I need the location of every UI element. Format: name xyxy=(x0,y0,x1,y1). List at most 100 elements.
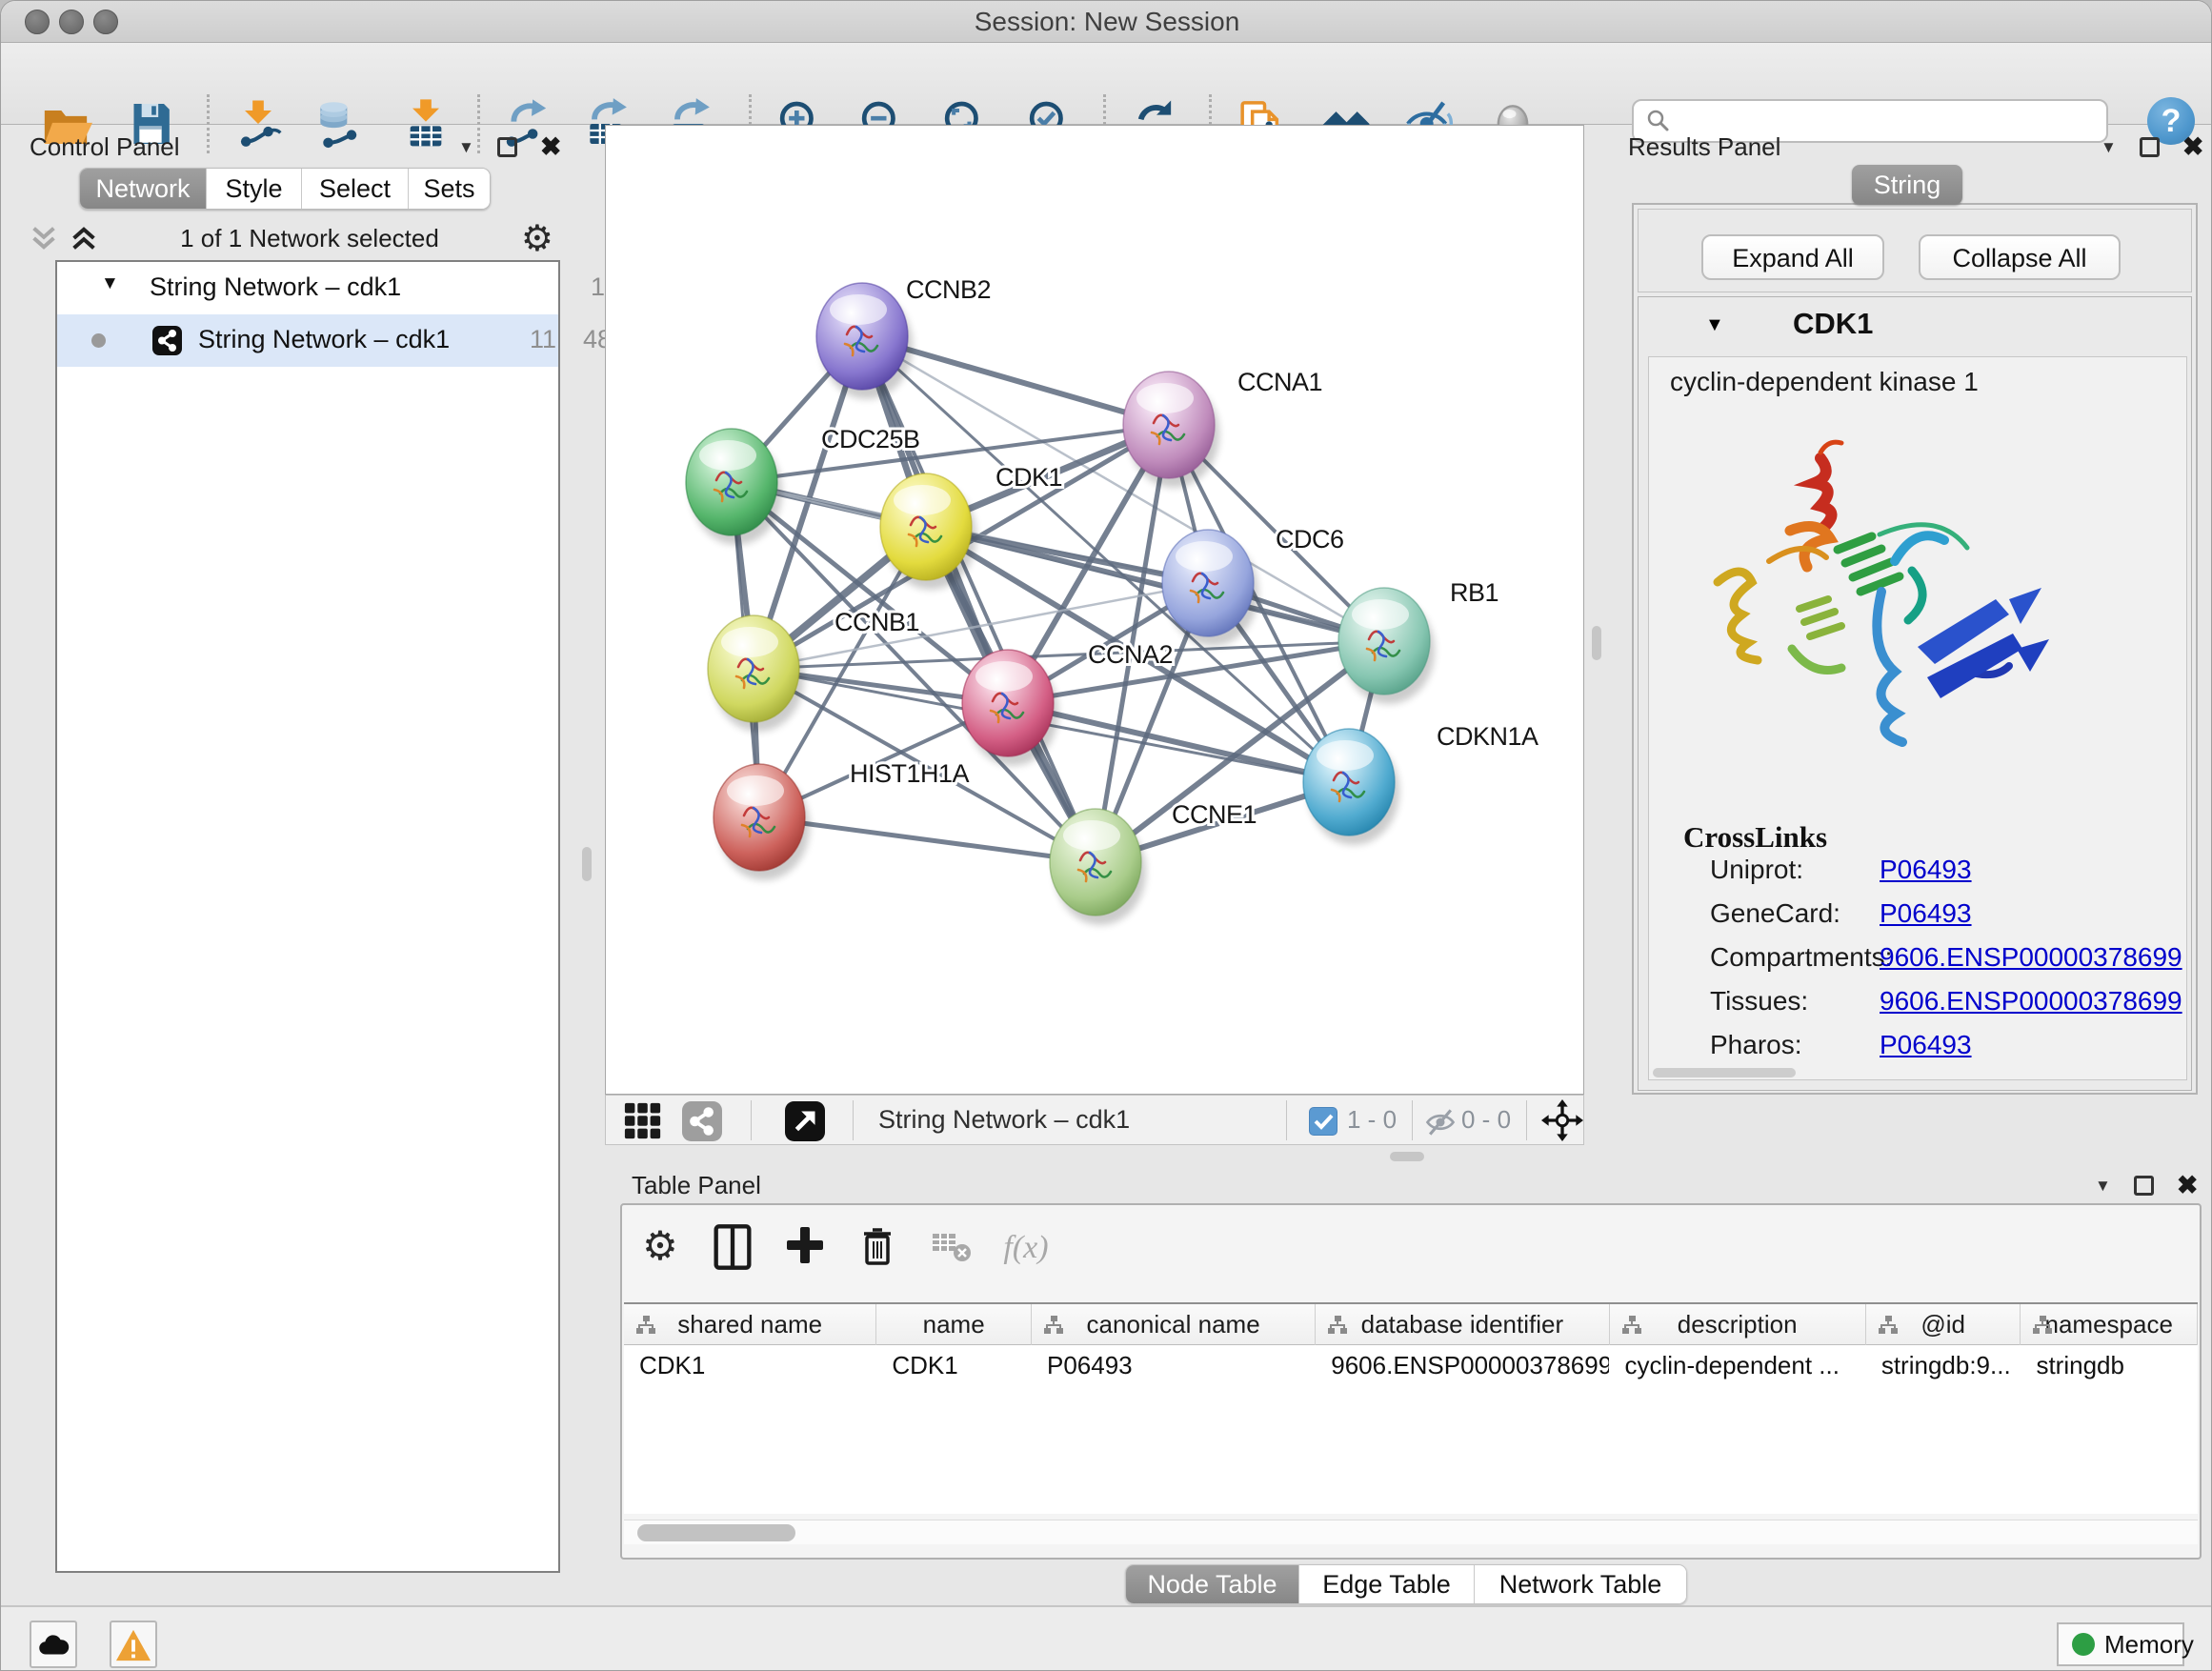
divider xyxy=(1286,1100,1287,1140)
panel-float-icon[interactable] xyxy=(2134,1176,2154,1196)
right-splitter-handle[interactable] xyxy=(1592,626,1601,660)
column-header-namespace[interactable]: namespace xyxy=(2021,1304,2198,1345)
network-row-selected[interactable]: String Network – cdk1 11 48 xyxy=(57,314,558,367)
network-node-hist1h1a[interactable] xyxy=(714,764,810,880)
bottom-splitter-handle[interactable] xyxy=(1390,1152,1424,1161)
grid-view-icon[interactable] xyxy=(623,1101,663,1146)
network-tree: ▼ String Network – cdk1 1 String Network… xyxy=(55,260,560,1573)
collapse-all-button[interactable]: Collapse All xyxy=(1919,234,2121,280)
network-node-cdc6[interactable] xyxy=(1162,530,1258,646)
tab-select[interactable]: Select xyxy=(302,169,409,210)
collapse-all-chevron-icon[interactable] xyxy=(30,224,58,252)
crosslink-row: Compartments:9606.ENSP00000378699 xyxy=(1710,942,2167,974)
network-node-cdkn1a[interactable] xyxy=(1303,729,1399,845)
import-network-from-database-icon[interactable] xyxy=(312,97,365,151)
panel-close-icon[interactable]: ✖ xyxy=(2182,132,2204,162)
tab-style[interactable]: Style xyxy=(207,169,302,210)
scrollbar-thumb[interactable] xyxy=(637,1524,795,1541)
panel-menu-icon[interactable]: ▼ xyxy=(458,138,474,157)
column-header-database-identifier[interactable]: database identifier xyxy=(1316,1304,1609,1345)
table-cell[interactable]: CDK1 xyxy=(876,1345,1032,1387)
protein-section: ▼ CDK1 cyclin-dependent kinase 1 xyxy=(1638,296,2192,1091)
divider xyxy=(751,1100,752,1140)
panel-close-icon[interactable]: ✖ xyxy=(540,132,562,162)
column-namespace-icon xyxy=(1878,1315,1899,1336)
selected-checkbox-icon[interactable] xyxy=(1309,1107,1337,1136)
table-cell[interactable]: cyclin-dependent ... xyxy=(1609,1345,1865,1387)
crosslink-row: Pharos:P06493 xyxy=(1710,1030,2167,1061)
network-view-bullet-icon xyxy=(91,333,106,348)
crosslink-link[interactable]: P06493 xyxy=(1880,855,1972,885)
network-node-rb1[interactable] xyxy=(1338,588,1435,704)
column-header-label: namespace xyxy=(2045,1310,2173,1339)
network-node-ccnb1[interactable] xyxy=(708,615,804,732)
table-row[interactable]: CDK1CDK1P064939606.ENSP00000378699cyclin… xyxy=(624,1345,2198,1387)
delete-column-icon[interactable] xyxy=(851,1222,904,1276)
crosslink-link[interactable]: P06493 xyxy=(1880,898,1972,929)
network-list-header: 1 of 1 Network selected ⚙ xyxy=(30,216,559,260)
network-graph[interactable]: CCNB2CCNA1CDC25BCDK1CDC6RB1CCNB1CCNA2CDK… xyxy=(606,126,1585,1096)
panel-float-icon[interactable] xyxy=(2140,137,2160,157)
network-node-ccne1[interactable] xyxy=(1050,809,1146,925)
left-splitter-handle[interactable] xyxy=(582,847,592,881)
tab-network-table[interactable]: Network Table xyxy=(1475,1565,1686,1604)
expand-all-button[interactable]: Expand All xyxy=(1701,234,1884,280)
network-node-label: CDK1 xyxy=(995,463,1062,492)
column-header-shared-name[interactable]: shared name xyxy=(624,1304,876,1345)
table-panel-container: ⚙ f(x) shared namenamecanonical namedata… xyxy=(620,1203,2202,1560)
tab-string[interactable]: String xyxy=(1852,165,1962,205)
column-header-canonical-name[interactable]: canonical name xyxy=(1032,1304,1316,1345)
network-node-ccnb2[interactable] xyxy=(816,283,913,399)
show-columns-icon[interactable] xyxy=(706,1222,759,1276)
panel-float-icon[interactable] xyxy=(497,137,517,157)
share-network-icon[interactable] xyxy=(682,1101,722,1146)
network-node-cdk1[interactable] xyxy=(880,473,976,590)
column-header--id[interactable]: @id xyxy=(1866,1304,2021,1345)
gear-icon[interactable]: ⚙ xyxy=(521,217,553,260)
import-network-from-file-icon[interactable] xyxy=(231,97,285,151)
expand-all-chevron-icon[interactable] xyxy=(70,224,98,252)
network-collection-label: String Network – cdk1 xyxy=(150,272,401,302)
collapse-triangle-icon[interactable]: ▼ xyxy=(101,273,119,294)
search-icon xyxy=(1645,108,1672,134)
column-header-name[interactable]: name xyxy=(876,1304,1032,1345)
network-edge[interactable] xyxy=(759,817,1096,862)
tab-network[interactable]: Network xyxy=(80,169,207,210)
hidden-node-edge-counts: 0 - 0 xyxy=(1461,1096,1511,1146)
table-gear-icon[interactable]: ⚙ xyxy=(633,1222,687,1276)
network-node-ccna2[interactable] xyxy=(962,650,1058,766)
network-node-cdc25b[interactable] xyxy=(686,429,782,545)
crosslink-link[interactable]: 9606.ENSP00000378699 xyxy=(1880,986,2182,1017)
open-view-icon[interactable] xyxy=(785,1101,825,1146)
hidden-eye-slash-icon[interactable] xyxy=(1423,1105,1458,1144)
panel-close-icon[interactable]: ✖ xyxy=(2177,1171,2199,1200)
network-node-ccna1[interactable] xyxy=(1123,372,1219,488)
warning-icon[interactable] xyxy=(110,1621,157,1668)
table-cell[interactable]: 9606.ENSP00000378699 xyxy=(1316,1345,1609,1387)
network-collection-row[interactable]: ▼ String Network – cdk1 1 xyxy=(57,262,558,314)
table-cell[interactable]: stringdb xyxy=(2021,1345,2198,1387)
cloud-icon[interactable] xyxy=(30,1621,77,1668)
network-canvas[interactable]: CCNB2CCNA1CDC25BCDK1CDC6RB1CCNB1CCNA2CDK… xyxy=(605,125,1584,1095)
crosslink-link[interactable]: 9606.ENSP00000378699 xyxy=(1880,942,2182,973)
birds-eye-view-icon[interactable] xyxy=(1541,1099,1583,1146)
tab-node-table[interactable]: Node Table xyxy=(1126,1565,1299,1604)
table-cell[interactable]: CDK1 xyxy=(624,1345,876,1387)
panel-menu-icon[interactable]: ▼ xyxy=(2095,1177,2111,1196)
tab-edge-table[interactable]: Edge Table xyxy=(1299,1565,1475,1604)
column-header-description[interactable]: description xyxy=(1610,1304,1866,1345)
memory-button[interactable]: Memory xyxy=(2057,1622,2184,1666)
table-horizontal-scrollbar[interactable] xyxy=(624,1520,2198,1544)
section-collapse-triangle-icon[interactable]: ▼ xyxy=(1705,314,1724,336)
add-column-icon[interactable] xyxy=(778,1222,832,1276)
network-edge[interactable] xyxy=(1008,703,1349,782)
crosslink-link[interactable]: P06493 xyxy=(1880,1030,1972,1060)
network-node-label: CCNB2 xyxy=(906,275,991,304)
horizontal-scrollbar[interactable] xyxy=(1653,1068,1796,1077)
import-table-from-file-icon[interactable] xyxy=(399,97,452,151)
tab-sets[interactable]: Sets xyxy=(409,169,490,210)
panel-menu-icon[interactable]: ▼ xyxy=(2101,138,2117,157)
table-cell[interactable]: stringdb:9... xyxy=(1866,1345,2021,1387)
table-cell[interactable]: P06493 xyxy=(1032,1345,1316,1387)
table-panel-title: Table Panel xyxy=(632,1171,761,1200)
